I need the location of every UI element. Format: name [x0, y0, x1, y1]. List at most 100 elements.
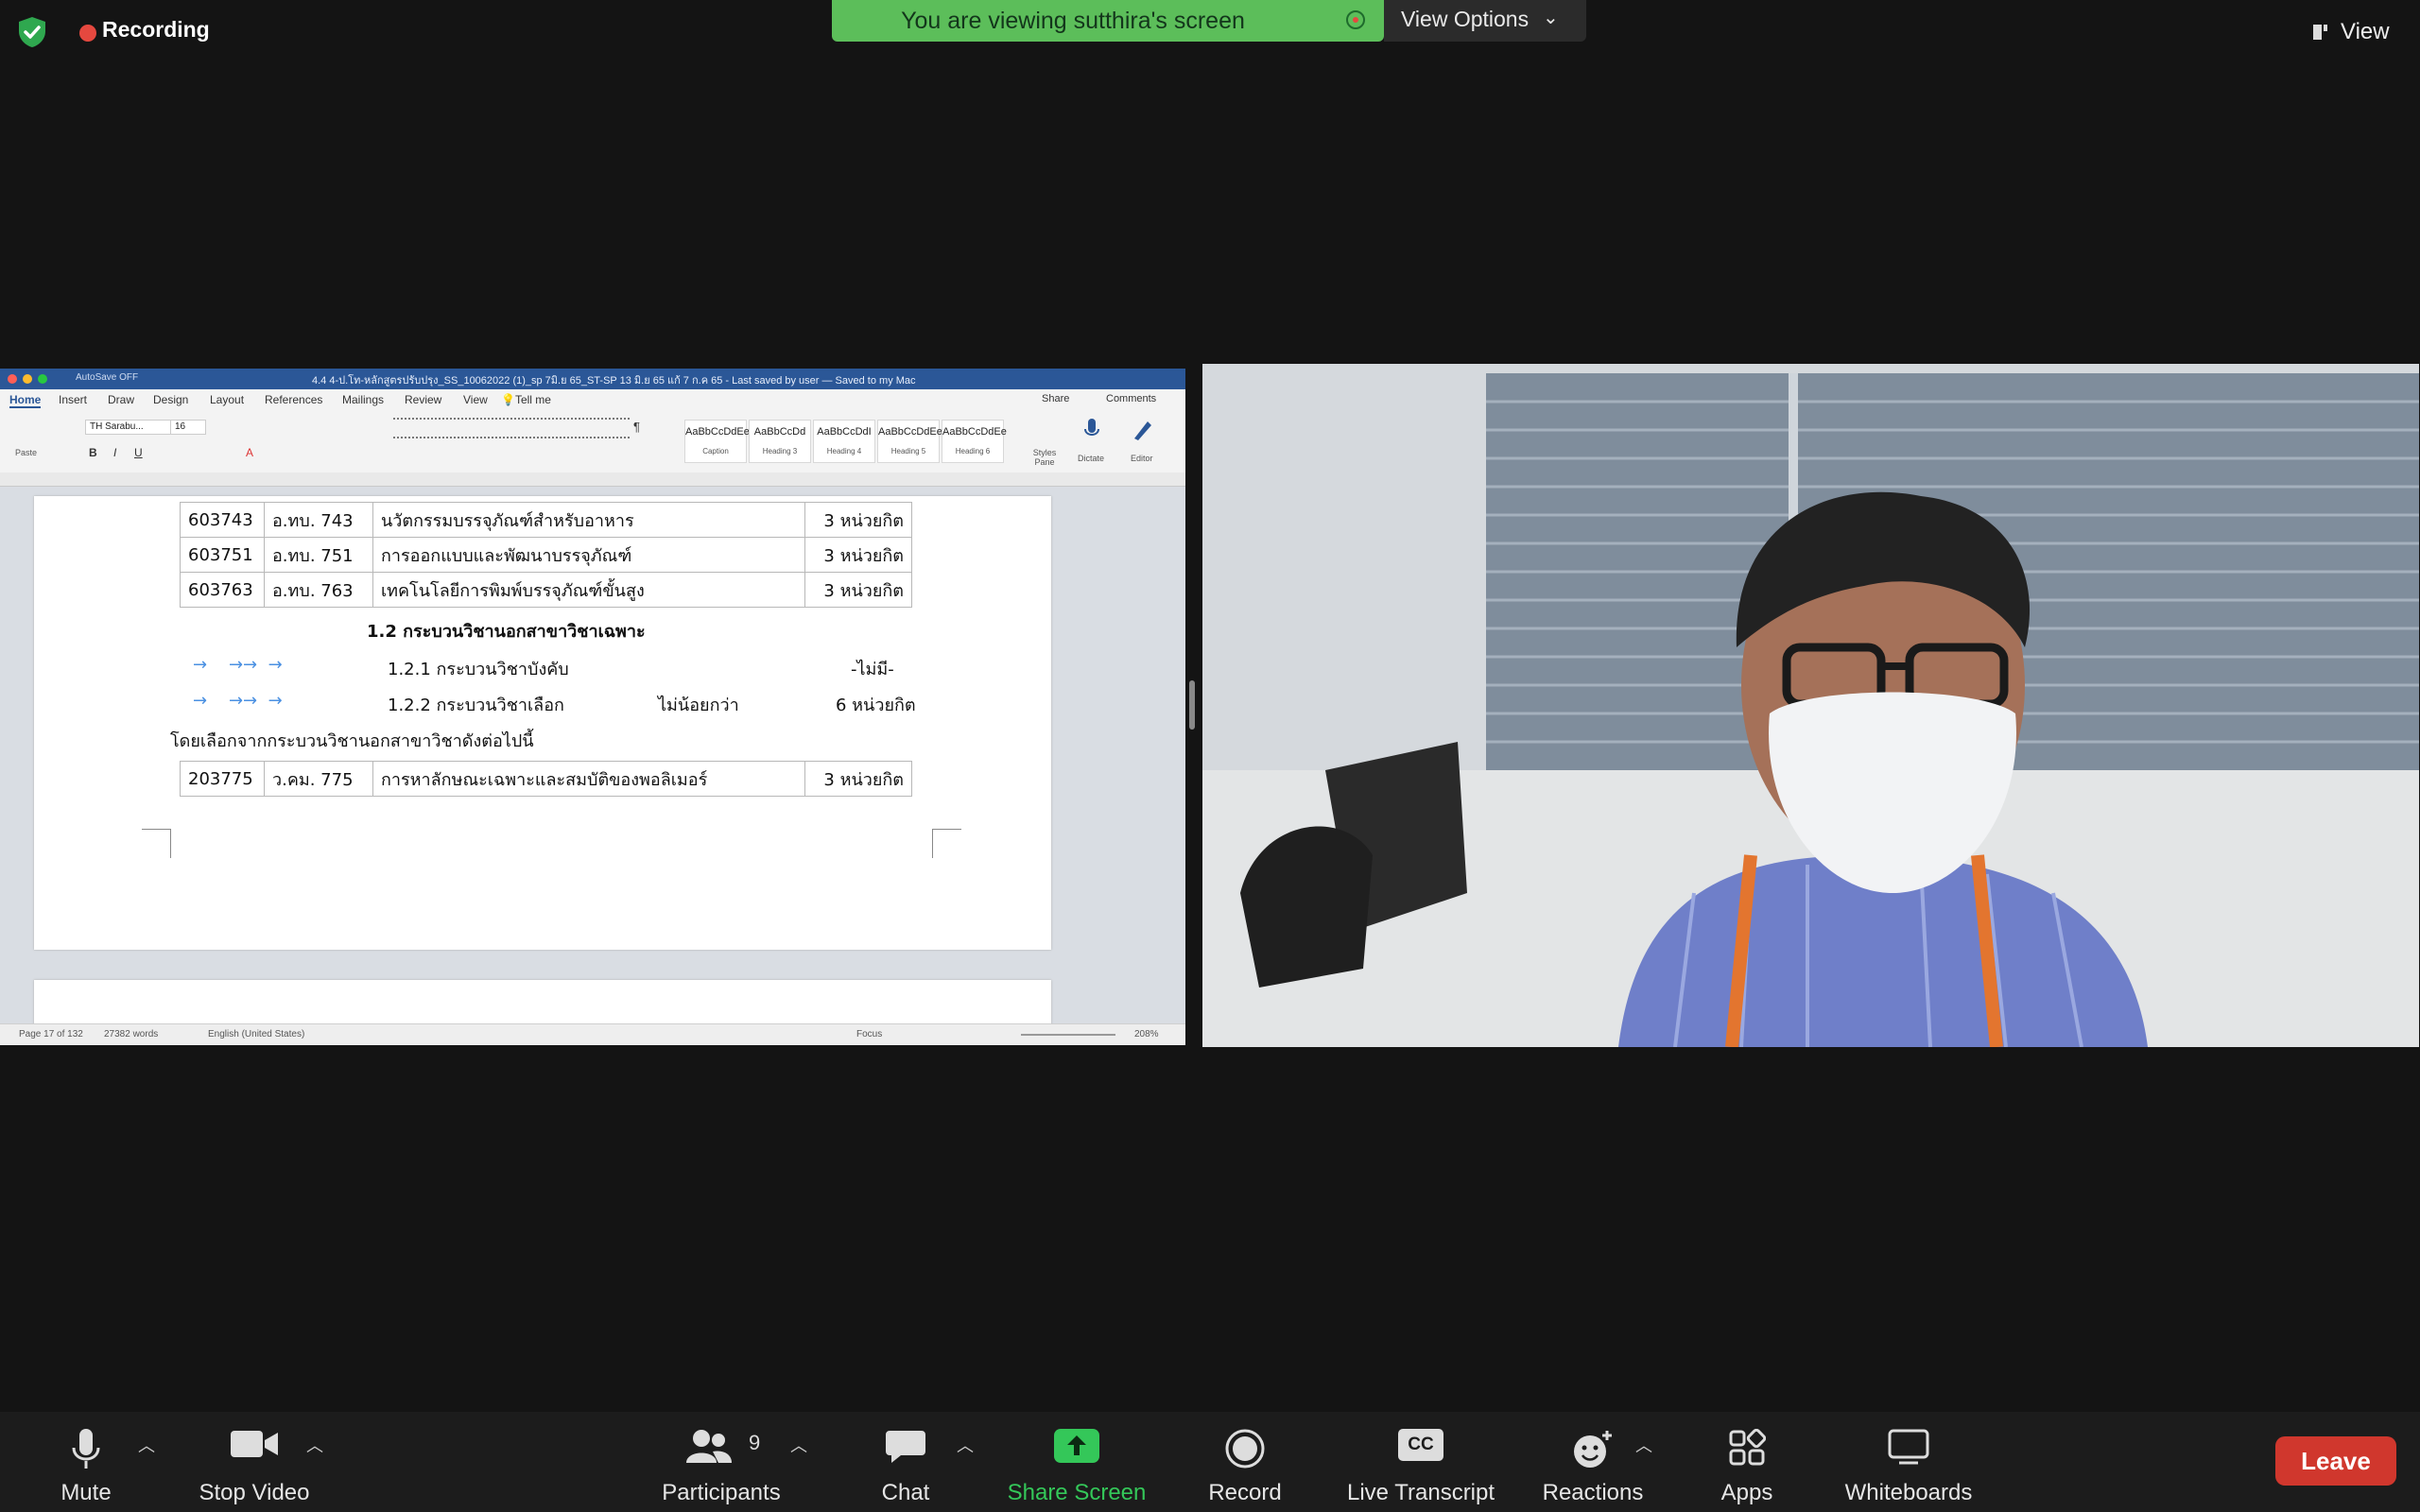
meeting-toolbar: Mute ︿ Stop Video ︿ 9 Participants ︿ Cha…: [0, 1412, 2420, 1512]
tab-home[interactable]: Home: [9, 393, 42, 408]
list-controls[interactable]: [393, 418, 630, 438]
style-name: Heading 5: [890, 447, 926, 455]
chat-options-caret[interactable]: ︿: [957, 1433, 974, 1457]
autosave-label[interactable]: AutoSave OFF: [76, 372, 138, 383]
tab-layout[interactable]: Layout: [210, 393, 244, 406]
tab-arrows: → →→ →: [193, 691, 283, 711]
leave-button[interactable]: Leave: [2275, 1436, 2396, 1486]
font-color-button[interactable]: A: [246, 446, 253, 459]
tab-review[interactable]: Review: [405, 393, 441, 406]
page-corner-mark: [142, 829, 171, 858]
tab-insert[interactable]: Insert: [59, 393, 87, 406]
table-row: 603743 อ.ทบ. 743 นวัตกรรมบรรจุภัณฑ์สำหรับอ…: [180, 502, 912, 538]
course-credit: 3 หน่วยกิต: [804, 502, 912, 538]
close-window-icon[interactable]: [8, 374, 17, 384]
share-screen-icon: [1054, 1429, 1099, 1463]
view-options-button[interactable]: View Options ⌄: [1384, 0, 1586, 42]
course-table-1: 603743 อ.ทบ. 743 นวัตกรรมบรรจุภัณฑ์สำหรับอ…: [180, 502, 912, 608]
style-caption[interactable]: AaBbCcDdEe Caption: [684, 420, 750, 463]
dictate-button[interactable]: Dictate: [1078, 454, 1104, 463]
record-button[interactable]: Record: [1201, 1421, 1289, 1508]
document-title: 4.4 4-ป.โท-หลักสูตรปรับปรุง_SS_10062022 …: [312, 375, 916, 387]
tab-design[interactable]: Design: [153, 393, 188, 406]
font-size-field[interactable]: 16: [170, 420, 206, 435]
style-heading-6[interactable]: AaBbCcDdEe Heading 6: [942, 420, 1007, 463]
language-indicator[interactable]: English (United States): [208, 1029, 304, 1040]
reactions-options-caret[interactable]: ︿: [1635, 1433, 1652, 1457]
table-row: 603763 อ.ทบ. 763 เทคโนโลยีการพิมพ์บรรจุภัณ…: [180, 572, 912, 608]
zoom-slider[interactable]: [1021, 1034, 1115, 1036]
share-doc-button[interactable]: Share: [1042, 393, 1069, 404]
participants-count: 9: [749, 1431, 761, 1454]
style-heading-4[interactable]: AaBbCcDdI Heading 4: [813, 420, 875, 463]
live-transcript-button[interactable]: CC Live Transcript: [1339, 1421, 1503, 1508]
record-icon: [1225, 1429, 1265, 1469]
whiteboards-button[interactable]: Whiteboards: [1838, 1421, 1979, 1508]
bold-button[interactable]: B: [89, 446, 97, 459]
view-button[interactable]: View: [2305, 15, 2409, 51]
style-sample: AaBbCcDdEe: [942, 426, 1007, 438]
recording-label[interactable]: Recording: [102, 17, 210, 43]
word-count[interactable]: 27382 words: [104, 1029, 158, 1040]
maximize-window-icon[interactable]: [38, 374, 47, 384]
table-row: 203775 ว.คม. 775 การหาลักษณะเฉพาะและสมบัติ…: [180, 761, 912, 797]
ruler[interactable]: [0, 472, 1185, 487]
security-shield-icon[interactable]: [15, 15, 49, 49]
line-1-2-1-label: 1.2.1 กระบวนวิชาบังคับ: [388, 660, 569, 679]
tab-mailings[interactable]: Mailings: [342, 393, 384, 406]
autosave-state: OFF: [119, 372, 139, 383]
zoom-level[interactable]: 208%: [1134, 1029, 1159, 1040]
participants-button[interactable]: 9 Participants: [652, 1421, 790, 1508]
document-page[interactable]: 603743 อ.ทบ. 743 นวัตกรรมบรรจุภัณฑ์สำหรับอ…: [34, 496, 1051, 950]
paste-button[interactable]: Paste: [15, 448, 37, 457]
word-status-bar: Page 17 of 132 27382 words English (Unit…: [0, 1023, 1185, 1045]
styles-pane-button[interactable]: Styles Pane: [1028, 448, 1061, 467]
chat-button[interactable]: Chat: [866, 1421, 945, 1508]
recording-dot-icon: [79, 25, 96, 42]
apps-label: Apps: [1720, 1480, 1773, 1505]
mute-button[interactable]: Mute: [43, 1421, 129, 1508]
style-name: Heading 4: [826, 447, 862, 455]
share-screen-button[interactable]: Share Screen: [1000, 1421, 1153, 1508]
stop-video-label: Stop Video: [199, 1480, 310, 1505]
view-layout-icon: [2313, 25, 2327, 40]
table-row: 603751 อ.ทบ. 751 การออกแบบและพัฒนาบรรจุภัณ…: [180, 537, 912, 573]
page-corner-mark: [932, 829, 961, 858]
autosave-text: AutoSave: [76, 372, 117, 383]
tab-references[interactable]: References: [265, 393, 322, 406]
audio-options-caret[interactable]: ︿: [138, 1433, 155, 1457]
page-count[interactable]: Page 17 of 132: [19, 1029, 83, 1040]
tab-draw[interactable]: Draw: [108, 393, 134, 406]
participant-video[interactable]: [1202, 364, 2419, 1047]
style-name: Heading 3: [762, 447, 798, 455]
italic-button[interactable]: I: [113, 446, 116, 459]
video-camera-icon: [231, 1431, 278, 1457]
shared-screen[interactable]: AutoSave OFF 4.4 4-ป.โท-หลักสูตรปรับปรุง…: [0, 369, 1185, 1045]
tell-me-search[interactable]: 💡Tell me: [501, 393, 551, 406]
video-options-caret[interactable]: ︿: [306, 1433, 323, 1457]
stop-video-button[interactable]: Stop Video: [185, 1421, 323, 1508]
mute-label: Mute: [60, 1480, 112, 1505]
focus-button[interactable]: Focus: [856, 1029, 882, 1040]
line-1-2-1-value: -ไม่มี-: [851, 660, 894, 679]
underline-button[interactable]: U: [134, 446, 143, 459]
split-view-handle[interactable]: [1189, 680, 1195, 730]
apps-button[interactable]: Apps: [1707, 1421, 1787, 1508]
editor-pen-icon: [1134, 421, 1151, 440]
course-name: นวัตกรรมบรรจุภัณฑ์สำหรับอาหาร: [372, 502, 805, 538]
record-label: Record: [1208, 1480, 1282, 1505]
course-name: การออกแบบและพัฒนาบรรจุภัณฑ์: [372, 537, 805, 573]
reactions-emoji-icon: [1574, 1431, 1612, 1468]
course-abbr: อ.ทบ. 743: [264, 502, 373, 538]
course-code: 203775: [180, 761, 265, 797]
editor-button[interactable]: Editor: [1131, 454, 1153, 463]
tab-view[interactable]: View: [463, 393, 488, 406]
pilcrow-button[interactable]: ¶: [633, 420, 640, 434]
line-1-2-2-mid: ไม่น้อยกว่า: [658, 696, 739, 715]
style-heading-3[interactable]: AaBbCcDd Heading 3: [749, 420, 811, 463]
annotation-indicator-icon[interactable]: [1346, 10, 1365, 29]
minimize-window-icon[interactable]: [23, 374, 32, 384]
style-heading-5[interactable]: AaBbCcDdEe Heading 5: [877, 420, 942, 463]
participants-options-caret[interactable]: ︿: [790, 1433, 807, 1457]
comments-button[interactable]: Comments: [1106, 393, 1156, 404]
